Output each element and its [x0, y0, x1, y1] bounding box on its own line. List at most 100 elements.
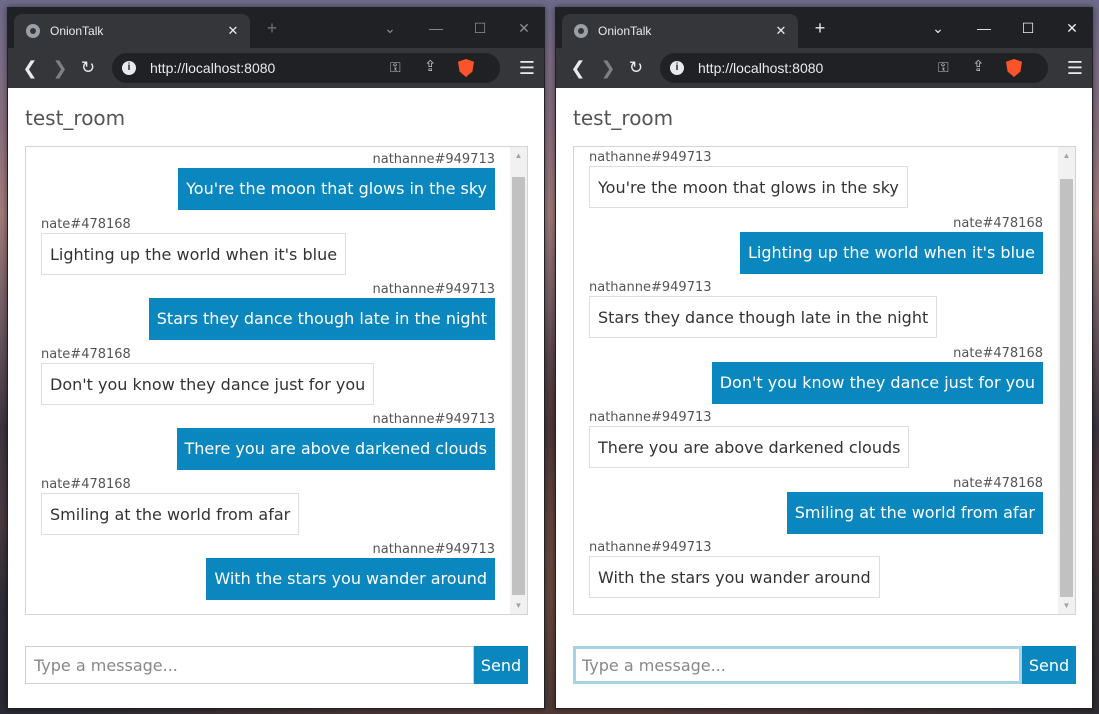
message-list[interactable]: nathanne#949713 You're the moon that glo…	[573, 146, 1076, 615]
scroll-down-arrow-icon[interactable]: ▼	[510, 597, 527, 614]
chat-page: test_room nathanne#949713 You're the moo…	[556, 88, 1092, 708]
tab-title: OnionTalk	[50, 24, 104, 38]
address-bar[interactable]: i http://localhost:8080 ⚿ ⇪	[660, 53, 1048, 83]
message-composer: Send	[25, 646, 528, 684]
maximize-icon[interactable]: ☐	[1016, 17, 1040, 39]
scrollbar-thumb[interactable]	[1060, 179, 1073, 597]
reload-icon[interactable]: ↻	[76, 56, 100, 80]
plus-icon[interactable]: +	[260, 16, 284, 40]
close-icon[interactable]: ✕	[1060, 17, 1084, 39]
browser-toolbar: ❮ ❯ ↻ i http://localhost:8080 ⚿ ⇪ ☰	[8, 48, 544, 88]
address-bar[interactable]: i http://localhost:8080 ⚿ ⇪	[112, 53, 500, 83]
reload-icon[interactable]: ↻	[624, 56, 648, 80]
minimize-icon[interactable]: —	[424, 17, 448, 39]
url-text: http://localhost:8080	[150, 60, 276, 76]
brave-lion-icon[interactable]	[458, 59, 474, 77]
send-button[interactable]: Send	[474, 646, 528, 684]
message-bubble: There you are above darkened clouds	[176, 428, 495, 470]
info-icon[interactable]: i	[122, 61, 136, 75]
chevron-down-icon[interactable]: ⌄	[926, 17, 950, 39]
message-author: nate#478168	[953, 476, 1043, 491]
share-icon[interactable]: ⇪	[424, 57, 437, 75]
minimize-icon[interactable]: —	[972, 17, 996, 39]
message-bubble: Don't you know they dance just for you	[41, 363, 375, 405]
message-bubble: Smiling at the world from afar	[41, 493, 300, 535]
message: nate#478168 Don't you know they dance ju…	[41, 346, 375, 405]
title-bar: OnionTalk ✕ + ⌄ — ☐ ✕	[556, 8, 1092, 48]
maximize-icon[interactable]: ☐	[468, 17, 492, 39]
message-bubble: Lighting up the world when it's blue	[739, 232, 1043, 274]
tab-title: OnionTalk	[598, 24, 652, 38]
message: nate#478168 Lighting up the world when i…	[41, 216, 347, 275]
message-author: nathanne#949713	[589, 540, 712, 555]
message-bubble: Smiling at the world from afar	[786, 492, 1043, 534]
close-icon[interactable]: ✕	[224, 22, 242, 40]
hamburger-menu-icon[interactable]: ☰	[1066, 57, 1084, 79]
globe-icon	[26, 24, 40, 38]
close-icon[interactable]: ✕	[772, 22, 790, 40]
globe-icon	[574, 24, 588, 38]
message-author: nate#478168	[41, 477, 131, 492]
message-author: nathanne#949713	[372, 412, 495, 427]
key-icon[interactable]: ⚿	[938, 59, 949, 76]
arrow-right-icon[interactable]: ❯	[48, 56, 72, 80]
message-author: nathanne#949713	[589, 150, 712, 165]
send-button[interactable]: Send	[1022, 646, 1076, 684]
arrow-left-icon[interactable]: ❮	[566, 56, 590, 80]
message: nathanne#949713 Stars they dance though …	[589, 279, 938, 338]
key-icon[interactable]: ⚿	[390, 59, 401, 76]
message-author: nate#478168	[953, 216, 1043, 231]
message-bubble: With the stars you wander around	[206, 558, 495, 600]
browser-toolbar: ❮ ❯ ↻ i http://localhost:8080 ⚿ ⇪ ☰	[556, 48, 1092, 88]
hamburger-menu-icon[interactable]: ☰	[518, 57, 536, 79]
title-bar: OnionTalk ✕ + ⌄ — ☐ ✕	[8, 8, 544, 48]
message-bubble: You're the moon that glows in the sky	[589, 166, 908, 208]
message: nathanne#949713 Stars they dance though …	[148, 281, 495, 340]
message-bubble: Don't you know they dance just for you	[711, 362, 1043, 404]
scroll-up-arrow-icon[interactable]: ▲	[1058, 147, 1075, 164]
message-composer: Send	[573, 646, 1076, 684]
message-author: nathanne#949713	[372, 152, 495, 167]
plus-icon[interactable]: +	[808, 16, 832, 40]
message-author: nathanne#949713	[589, 410, 712, 425]
message-author: nathanne#949713	[372, 542, 495, 557]
message-bubble: There you are above darkened clouds	[589, 426, 910, 468]
message: nathanne#949713 With the stars you wande…	[589, 539, 880, 598]
message-list[interactable]: nathanne#949713 You're the moon that glo…	[25, 146, 528, 615]
scrollbar[interactable]: ▲ ▼	[510, 147, 527, 614]
message-author: nathanne#949713	[589, 280, 712, 295]
url-text: http://localhost:8080	[698, 60, 824, 76]
message: nate#478168 Smiling at the world from af…	[786, 475, 1043, 534]
message-input[interactable]	[573, 646, 1022, 684]
chevron-down-icon[interactable]: ⌄	[378, 17, 402, 39]
brave-lion-icon[interactable]	[1006, 59, 1022, 77]
message: nathanne#949713 There you are above dark…	[176, 411, 495, 470]
scroll-up-arrow-icon[interactable]: ▲	[510, 147, 527, 164]
message: nathanne#949713 With the stars you wande…	[206, 541, 495, 600]
message-author: nate#478168	[41, 217, 131, 232]
info-icon[interactable]: i	[670, 61, 684, 75]
scrollbar[interactable]: ▲ ▼	[1058, 147, 1075, 614]
share-icon[interactable]: ⇪	[972, 57, 985, 75]
browser-window-right: OnionTalk ✕ + ⌄ — ☐ ✕ ❮ ❯ ↻ i http://loc…	[555, 7, 1093, 709]
message-input[interactable]	[25, 646, 474, 684]
message-author: nate#478168	[953, 346, 1043, 361]
browser-tab[interactable]: OnionTalk ✕	[14, 14, 250, 48]
message: nate#478168 Lighting up the world when i…	[739, 215, 1043, 274]
message: nathanne#949713 There you are above dark…	[589, 409, 910, 468]
scrollbar-thumb[interactable]	[512, 177, 525, 595]
message: nate#478168 Don't you know they dance ju…	[711, 345, 1043, 404]
message-author: nathanne#949713	[372, 282, 495, 297]
close-icon[interactable]: ✕	[512, 17, 536, 39]
message: nathanne#949713 You're the moon that glo…	[178, 151, 495, 210]
message-bubble: Lighting up the world when it's blue	[41, 233, 347, 275]
arrow-right-icon[interactable]: ❯	[596, 56, 620, 80]
message: nate#478168 Smiling at the world from af…	[41, 476, 300, 535]
scroll-down-arrow-icon[interactable]: ▼	[1058, 597, 1075, 614]
message-author: nate#478168	[41, 347, 131, 362]
message-bubble: Stars they dance though late in the nigh…	[148, 298, 495, 340]
arrow-left-icon[interactable]: ❮	[18, 56, 42, 80]
room-title: test_room	[573, 106, 674, 130]
browser-tab[interactable]: OnionTalk ✕	[562, 14, 798, 48]
message-bubble: Stars they dance though late in the nigh…	[589, 296, 938, 338]
